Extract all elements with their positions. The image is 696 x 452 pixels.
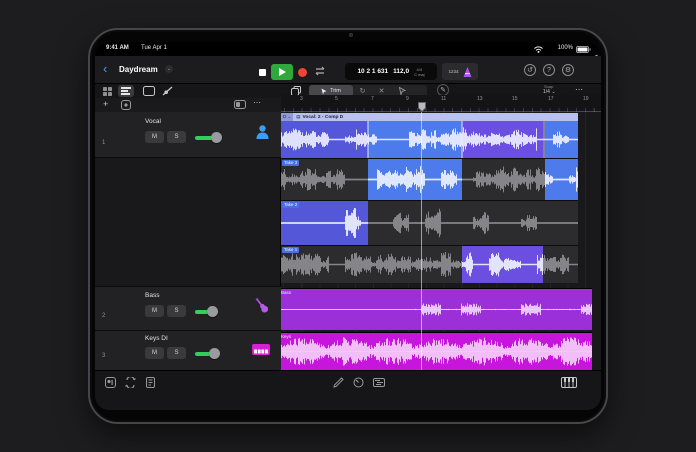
track-header-bass[interactable]: 2 Bass M S <box>95 286 281 331</box>
track-name: Keys DI <box>145 335 168 342</box>
ruler-bar-number: 19 <box>583 96 589 102</box>
mixer-panel-icon[interactable] <box>105 377 116 388</box>
count-in-button[interactable]: 1234 <box>448 69 458 74</box>
take-lane-2[interactable]: Take 2 <box>281 200 578 245</box>
metronome-icon[interactable] <box>463 66 472 77</box>
logic-pro-screen: 9:41 AM Tue Apr 1 100% ‹ Daydream ⌄ 10 2… <box>95 42 601 410</box>
tracks-area[interactable]: D ⌄ ▤ Vocal: 2 - Comp D Take 3 Take 2 Ta… <box>281 112 601 370</box>
loop-tool-icon[interactable]: ↻ <box>353 87 372 95</box>
take-label: Take 3 <box>282 160 300 166</box>
solo-button[interactable]: S <box>167 131 186 143</box>
help-icon[interactable]: ? <box>543 64 555 76</box>
plugin-knob-icon[interactable] <box>353 377 364 388</box>
main-toolbar: ‹ Daydream ⌄ 10 2 1 631 112,0 4/4 C maj … <box>95 56 601 84</box>
track-number: 1 <box>102 140 106 146</box>
lcd-position: 10 2 1 631 <box>357 68 389 75</box>
title-menu-chevron[interactable]: ⌄ <box>165 65 173 73</box>
ruler-bar-number: 11 <box>441 96 447 102</box>
split-tool-icon[interactable]: ✕ <box>372 87 391 95</box>
take-lane-3[interactable]: Take 3 <box>281 158 578 200</box>
ruler-bar-number: 17 <box>548 96 554 102</box>
browser-view-icon[interactable] <box>103 87 112 96</box>
mute-button[interactable]: M <box>145 305 164 317</box>
track-number: 2 <box>102 313 106 319</box>
track-name: Bass <box>145 292 160 299</box>
mute-button[interactable]: M <box>145 347 164 359</box>
tracks-view-button-selected[interactable] <box>118 85 134 97</box>
status-date: Tue Apr 1 <box>141 45 167 51</box>
takes-icon: ▤ <box>296 114 301 119</box>
add-track-button[interactable]: + <box>103 100 108 109</box>
lcd-key: C maj <box>414 71 425 77</box>
bass-region-label: Bass <box>281 290 292 295</box>
track-name: Vocal <box>145 118 161 125</box>
solo-button[interactable]: S <box>167 305 186 317</box>
bass-guitar-track-icon <box>253 296 273 316</box>
ruler-bar-number: 13 <box>477 96 483 102</box>
keyboard-track-icon <box>252 344 270 355</box>
ruler-bar-number: 3 <box>300 96 303 102</box>
ruler-bar-number: 9 <box>406 96 409 102</box>
bottom-bar <box>95 370 601 410</box>
track-header-more-icon[interactable]: ⋯ <box>253 98 261 107</box>
take-label: Take 1 <box>282 247 300 253</box>
status-bar: 9:41 AM Tue Apr 1 100% <box>95 42 601 58</box>
more-options-icon[interactable]: ⋯ <box>575 85 584 94</box>
mute-button[interactable]: M <box>145 131 164 143</box>
timeline-ruler[interactable]: 3 5 7 9 11 13 15 17 19 <box>281 95 601 112</box>
live-loops-view-icon[interactable] <box>143 86 155 96</box>
mixer-view-icon[interactable] <box>162 86 173 96</box>
status-time: 9:41 AM <box>106 45 129 51</box>
pencil-editor-icon[interactable] <box>333 377 344 388</box>
header-collapse-icon[interactable] <box>234 100 246 109</box>
take-label: Take 2 <box>282 202 300 208</box>
vocalist-track-icon <box>255 124 270 140</box>
playhead-line[interactable] <box>421 112 422 370</box>
ruler-bar-number: 15 <box>512 96 518 102</box>
play-surface-keyboard-icon[interactable] <box>561 377 577 388</box>
bass-region[interactable]: Bass <box>281 288 592 330</box>
battery-icon <box>576 46 591 53</box>
lcd-display[interactable]: 10 2 1 631 112,0 4/4 C maj <box>345 63 437 80</box>
vocal-comp-region-header[interactable]: D ⌄ ▤ Vocal: 2 - Comp D <box>281 113 578 121</box>
loops-browser-icon[interactable] <box>125 377 136 388</box>
playhead-marker[interactable] <box>417 102 426 112</box>
piano-roll-icon[interactable] <box>373 378 385 387</box>
settings-icon[interactable]: ⚙ <box>562 64 574 76</box>
vocal-comp-region[interactable] <box>281 121 578 158</box>
back-chevron-button[interactable]: ‹ <box>103 62 107 75</box>
track-header-keys[interactable]: 3 Keys DI M S <box>95 331 281 370</box>
comp-region-title: Vocal: 2 - Comp D <box>302 114 344 120</box>
countin-metronome-group[interactable]: 1234 <box>442 63 478 80</box>
list-editor-icon[interactable] <box>146 377 155 388</box>
take-lane-1[interactable]: Take 1 <box>281 245 578 283</box>
stop-button[interactable] <box>255 65 269 79</box>
battery-percent: 100% <box>557 45 573 51</box>
track-list-toolbar: + ⋯ <box>95 98 281 112</box>
track-number: 3 <box>102 353 106 359</box>
wifi-icon <box>534 46 543 53</box>
record-button[interactable] <box>295 65 309 79</box>
front-camera <box>349 33 353 37</box>
solo-button[interactable]: S <box>167 347 186 359</box>
comp-chip[interactable]: D ⌄ <box>281 113 294 121</box>
track-header-column: 1 Vocal M S 2 Bass M S 3 Keys DI M S <box>95 112 281 370</box>
play-button[interactable] <box>271 64 293 80</box>
track-header-vocal[interactable]: 1 Vocal M S <box>95 112 281 158</box>
project-title: Daydream <box>119 65 158 74</box>
ruler-bar-number: 7 <box>371 96 374 102</box>
fade-tool-icon[interactable] <box>391 87 413 95</box>
keys-region[interactable]: Keys <box>281 332 592 370</box>
track-stack-icon[interactable] <box>121 100 131 110</box>
undo-icon[interactable]: ↺ <box>524 64 536 76</box>
ruler-bar-number: 5 <box>335 96 338 102</box>
trim-tool-label: Trim <box>330 88 341 94</box>
keys-region-label: Keys <box>281 334 292 339</box>
lcd-tempo: 112,0 <box>393 68 410 75</box>
cycle-icon[interactable] <box>314 66 326 76</box>
pointer-icon <box>321 88 327 94</box>
